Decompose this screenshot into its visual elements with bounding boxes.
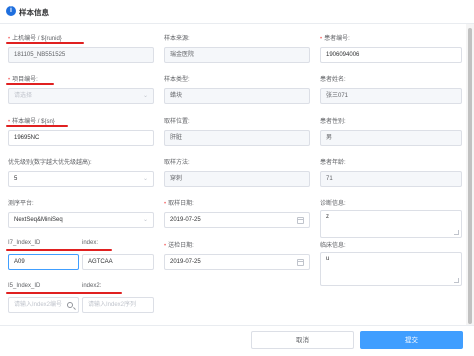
sample-source-input[interactable]: 瑞金医院 (164, 47, 310, 63)
dialog-title: 样本信息 (19, 8, 49, 17)
patient-no-input[interactable]: 1906094006 (320, 47, 462, 63)
resize-handle[interactable] (454, 278, 459, 283)
patient-age-input[interactable]: 71 (320, 171, 462, 187)
patient-age-label: 患者年龄: (320, 160, 346, 166)
machine-no-label: • 上机编号 / ${runid} (8, 36, 62, 42)
i5-index-id-input[interactable]: 请输入Index2编号 (8, 297, 79, 313)
patient-no-label: • 患者编号: (320, 36, 350, 42)
diagnosis-textarea[interactable]: z (320, 210, 462, 238)
i7-index-id-input[interactable]: A09 (8, 254, 79, 270)
annotation-underline (6, 83, 54, 85)
index-input[interactable]: AGTCAA (82, 254, 154, 270)
i5-index-id-label: I5_Index_ID (8, 283, 41, 289)
machine-no-input[interactable]: 181105_NB551525 (8, 47, 154, 63)
annotation-underline (6, 125, 68, 127)
patient-gender-label: 患者性别: (320, 119, 346, 125)
sampling-method-input[interactable]: 穿刺 (164, 171, 310, 187)
sample-source-label: 样本来源: (164, 36, 190, 42)
cancel-button[interactable]: 取消 (251, 331, 354, 349)
delivery-date-label: • 送检日期: (164, 243, 194, 249)
resize-handle[interactable] (454, 230, 459, 235)
patient-name-label: 患者姓名: (320, 77, 346, 83)
calendar-icon (297, 259, 304, 266)
sample-type-input[interactable]: 蜡块 (164, 88, 310, 104)
sample-no-label: • 样本编号 / ${sn} (8, 119, 55, 125)
platform-select[interactable]: NextSeq&MiniSeq ⌄ (8, 212, 154, 228)
chevron-down-icon: ⌄ (142, 93, 148, 99)
sample-no-input[interactable]: 19695NC (8, 130, 154, 146)
search-icon[interactable] (67, 302, 73, 308)
sample-type-label: 样本类型: (164, 77, 190, 83)
sampling-method-label: 取样方法: (164, 160, 190, 166)
sampling-date-picker[interactable]: 2019-07-25 (164, 212, 310, 228)
priority-label: 优先级别(数字越大优先级越高): (8, 160, 92, 166)
submit-button[interactable]: 提交 (360, 331, 463, 349)
vertical-scrollbar[interactable] (466, 24, 474, 332)
clinical-info-label: 临床信息: (320, 243, 346, 249)
scrollbar-thumb[interactable] (468, 28, 472, 324)
project-no-label: • 项目编号: (8, 77, 38, 83)
calendar-icon (297, 217, 304, 224)
info-icon: i (6, 6, 16, 16)
patient-gender-input[interactable]: 男 (320, 130, 462, 146)
chevron-down-icon: ⌄ (142, 176, 148, 182)
index2-label: index2: (82, 283, 102, 289)
delivery-date-picker[interactable]: 2019-07-25 (164, 254, 310, 270)
annotation-underline (6, 42, 84, 44)
index-label: index: (82, 240, 99, 246)
project-no-select[interactable]: 请选择 ⌄ (8, 88, 154, 104)
i7-index-id-label: I7_Index_ID (8, 240, 41, 246)
sampling-site-input[interactable]: 肝脏 (164, 130, 310, 146)
priority-select[interactable]: 5 ⌄ (8, 171, 154, 187)
chevron-down-icon: ⌄ (142, 217, 148, 223)
clinical-info-textarea[interactable]: u (320, 252, 462, 286)
dialog-header: i 样本信息 (0, 0, 474, 24)
index2-input[interactable]: 请输入Index2序列 (82, 297, 154, 313)
annotation-underline (6, 292, 122, 294)
diagnosis-label: 诊断信息: (320, 201, 346, 207)
sampling-date-label: • 取样日期: (164, 201, 194, 207)
patient-name-input[interactable]: 张三071 (320, 88, 462, 104)
platform-label: 测序平台: (8, 201, 34, 207)
annotation-underline (6, 249, 112, 251)
sampling-site-label: 取样位置: (164, 119, 190, 125)
